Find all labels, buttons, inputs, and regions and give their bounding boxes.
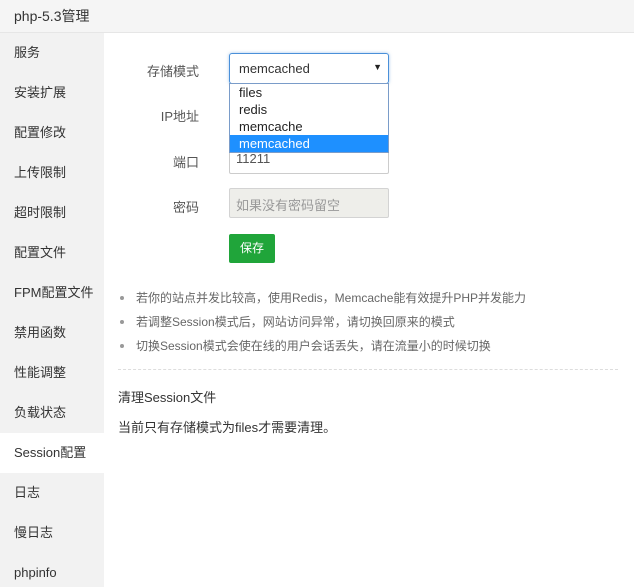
sidebar-item-logs[interactable]: 日志 — [0, 473, 104, 513]
clean-session-note: 当前只有存储模式为files才需要清理。 — [118, 420, 337, 435]
sidebar: 服务 安装扩展 配置修改 上传限制 超时限制 配置文件 FPM配置文件 禁用函数… — [0, 33, 104, 587]
sidebar-item-slow-logs[interactable]: 慢日志 — [0, 513, 104, 553]
dropdown-option-memcached[interactable]: memcached — [230, 135, 388, 152]
port-label: 端口 — [172, 155, 199, 170]
window-titlebar: php-5.3管理 — [0, 0, 634, 33]
save-button[interactable]: 保存 — [229, 234, 275, 263]
sidebar-item-performance[interactable]: 性能调整 — [0, 353, 104, 393]
storage-mode-label: 存储模式 — [146, 64, 199, 79]
sidebar-item-session-config[interactable]: Session配置 — [0, 433, 104, 473]
main-content: 存储模式 memcached ▼ files redis memcache me… — [104, 33, 634, 587]
password-input[interactable]: 如果没有密码留空 — [229, 188, 389, 218]
tip-item: 切换Session模式会使在线的用户会话丢失，请在流量小的时候切换 — [118, 334, 618, 358]
password-placeholder: 如果没有密码留空 — [236, 198, 341, 213]
tip-item: 若你的站点并发比较高，使用Redis，Memcache能有效提升PHP并发能力 — [118, 286, 618, 310]
sidebar-item-phpinfo[interactable]: phpinfo — [0, 553, 104, 587]
chevron-down-icon: ▼ — [373, 62, 382, 72]
storage-mode-value: memcached — [239, 61, 310, 76]
ip-label: IP地址 — [160, 109, 199, 124]
dropdown-option-files[interactable]: files — [230, 84, 388, 101]
window-title: php-5.3管理 — [14, 8, 90, 24]
section-divider — [118, 369, 618, 370]
tip-item: 若调整Session模式后，网站访问异常，请切换回原来的模式 — [118, 310, 618, 334]
tips-list: 若你的站点并发比较高，使用Redis，Memcache能有效提升PHP并发能力 … — [118, 286, 618, 358]
storage-mode-select[interactable]: memcached ▼ — [229, 53, 389, 84]
password-label: 密码 — [172, 200, 199, 215]
sidebar-item-config-edit[interactable]: 配置修改 — [0, 113, 104, 153]
dropdown-option-redis[interactable]: redis — [230, 101, 388, 118]
dropdown-option-memcache[interactable]: memcache — [230, 118, 388, 135]
sidebar-item-disabled-functions[interactable]: 禁用函数 — [0, 313, 104, 353]
sidebar-item-install-extensions[interactable]: 安装扩展 — [0, 73, 104, 113]
sidebar-item-upload-limit[interactable]: 上传限制 — [0, 153, 104, 193]
sidebar-item-load-status[interactable]: 负载状态 — [0, 393, 104, 433]
sidebar-item-config-file[interactable]: 配置文件 — [0, 233, 104, 273]
sidebar-item-fpm-config[interactable]: FPM配置文件 — [0, 273, 104, 313]
port-value: 11211 — [236, 151, 271, 166]
storage-mode-dropdown: files redis memcache memcached — [229, 83, 389, 153]
clean-session-title: 清理Session文件 — [118, 390, 217, 405]
sidebar-item-service[interactable]: 服务 — [0, 33, 104, 73]
sidebar-item-timeout-limit[interactable]: 超时限制 — [0, 193, 104, 233]
